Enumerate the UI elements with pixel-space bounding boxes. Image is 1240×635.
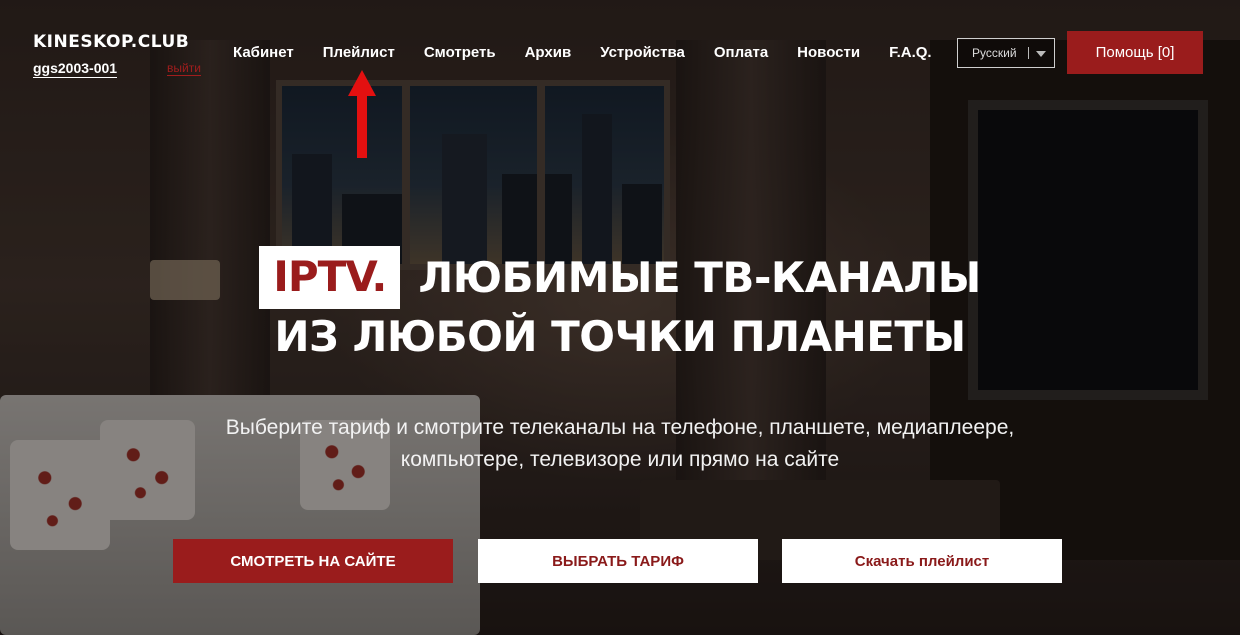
up-arrow-icon <box>348 70 376 158</box>
divider <box>1028 47 1029 59</box>
help-button[interactable]: Помощь [0] <box>1067 31 1203 74</box>
nav-item-watch[interactable]: Смотреть <box>424 44 496 61</box>
language-select[interactable]: Русский <box>957 38 1055 68</box>
nav-item-payment[interactable]: Оплата <box>714 44 768 61</box>
nav-item-devices[interactable]: Устройства <box>600 44 685 61</box>
hero-headline-text: ЛЮБИМЫЕ ТВ-КАНАЛЫ <box>418 252 981 302</box>
nav-item-faq[interactable]: F.A.Q. <box>889 44 932 61</box>
hero-subtitle: Выберите тариф и смотрите телеканалы на … <box>140 412 1100 476</box>
hero-subtitle-line2: компьютере, телевизоре или прямо на сайт… <box>400 448 840 471</box>
main-nav: Кабинет Плейлист Смотреть Архив Устройст… <box>233 44 961 61</box>
user-account-id[interactable]: ggs2003-001 <box>33 60 118 78</box>
nav-item-cabinet[interactable]: Кабинет <box>233 44 294 61</box>
iptv-badge: IPTV. <box>259 245 401 309</box>
chevron-down-icon <box>1036 51 1046 57</box>
choose-tariff-button[interactable]: ВЫБРАТЬ ТАРИФ <box>478 539 758 583</box>
watch-on-site-button[interactable]: СМОТРЕТЬ НА САЙТЕ <box>173 539 453 583</box>
nav-item-playlist[interactable]: Плейлист <box>323 44 395 61</box>
nav-item-archive[interactable]: Архив <box>525 44 572 61</box>
language-selected-value: Русский <box>972 46 1017 60</box>
hero-headline-text-2: ИЗ ЛЮБОЙ ТОЧКИ ПЛАНЕТЫ <box>274 312 966 361</box>
brand-logo[interactable]: KINESKOP.CLUB <box>33 32 189 52</box>
download-playlist-button[interactable]: Скачать плейлист <box>782 539 1062 583</box>
nav-item-news[interactable]: Новости <box>797 44 860 61</box>
hero-subtitle-line1: Выберите тариф и смотрите телеканалы на … <box>225 416 1015 439</box>
site-header: KINESKOP.CLUB ggs2003-001 выйти Кабинет … <box>0 0 1240 100</box>
hero-headline-line1: IPTV. ЛЮБИМЫЕ ТВ-КАНАЛЫ <box>0 244 1240 310</box>
hero-headline-line2: ИЗ ЛЮБОЙ ТОЧКИ ПЛАНЕТЫ <box>0 312 1240 361</box>
logout-link[interactable]: выйти <box>167 61 201 76</box>
